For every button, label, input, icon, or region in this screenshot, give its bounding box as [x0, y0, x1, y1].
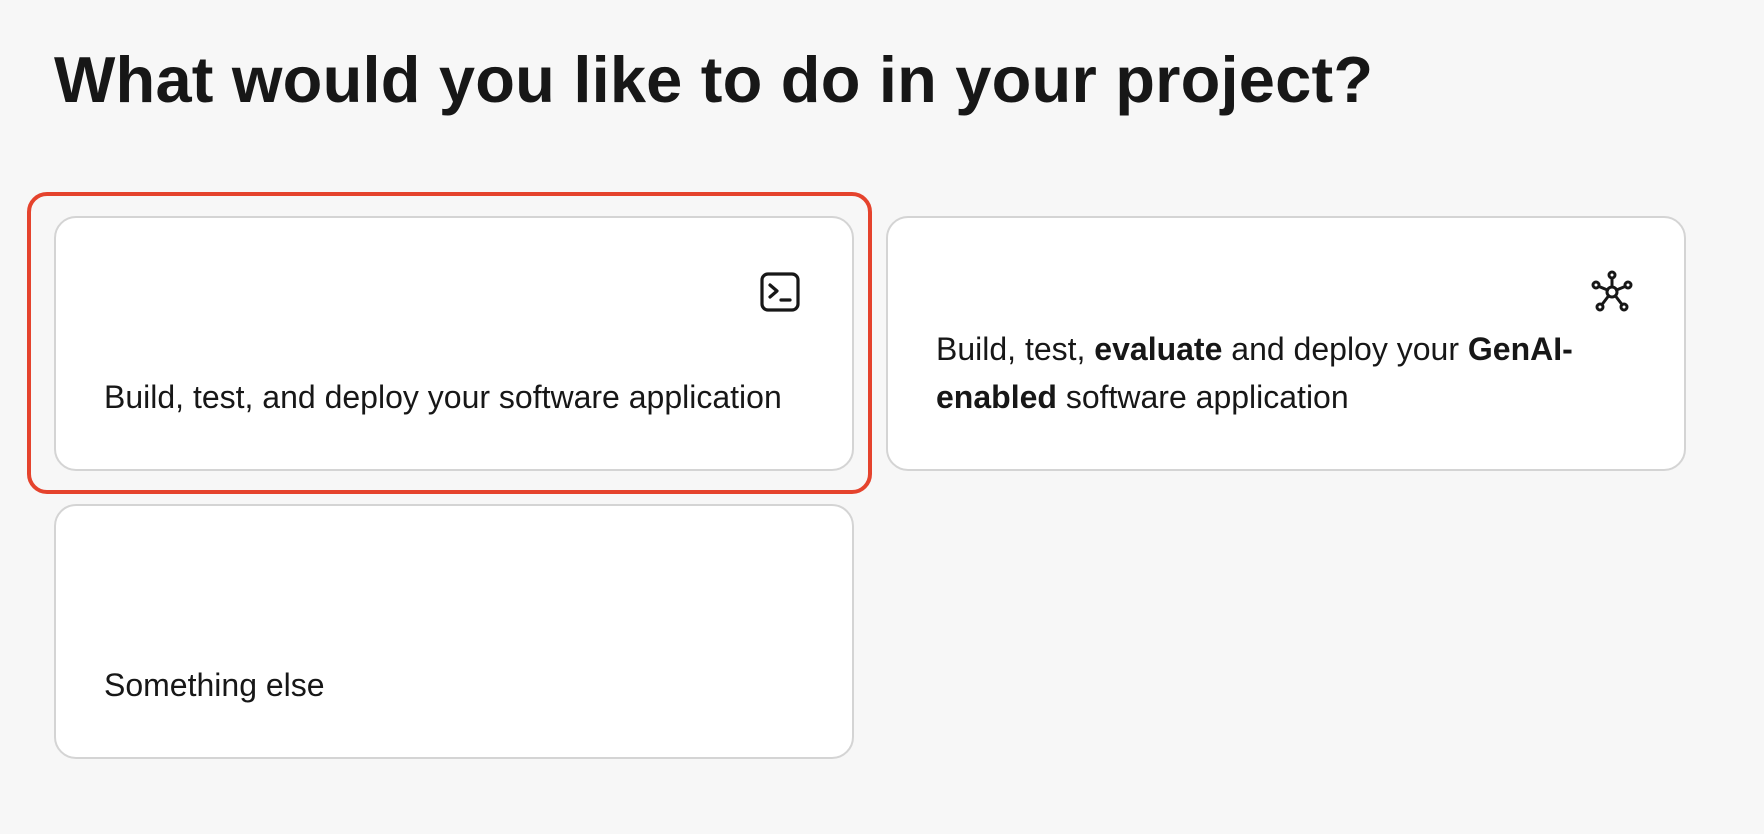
- option-label-genai: Build, test, evaluate and deploy your Ge…: [936, 325, 1636, 421]
- network-nodes-icon: [1590, 270, 1634, 314]
- terminal-icon: [758, 270, 802, 314]
- option-label-genai-part-1: Build, test,: [936, 331, 1095, 367]
- option-label-genai-evaluate: evaluate: [1094, 331, 1223, 367]
- option-card-software[interactable]: Build, test, and deploy your software ap…: [54, 216, 854, 471]
- option-card-something-else[interactable]: Something else: [54, 504, 854, 759]
- page-title: What would you like to do in your projec…: [54, 43, 1374, 116]
- option-label-software: Build, test, and deploy your software ap…: [104, 379, 782, 415]
- option-label-something-else: Something else: [104, 667, 325, 703]
- option-card-genai[interactable]: Build, test, evaluate and deploy your Ge…: [886, 216, 1686, 471]
- option-label-genai-part-3: and deploy your: [1222, 331, 1468, 367]
- option-label-genai-part-5: software application: [1056, 379, 1349, 415]
